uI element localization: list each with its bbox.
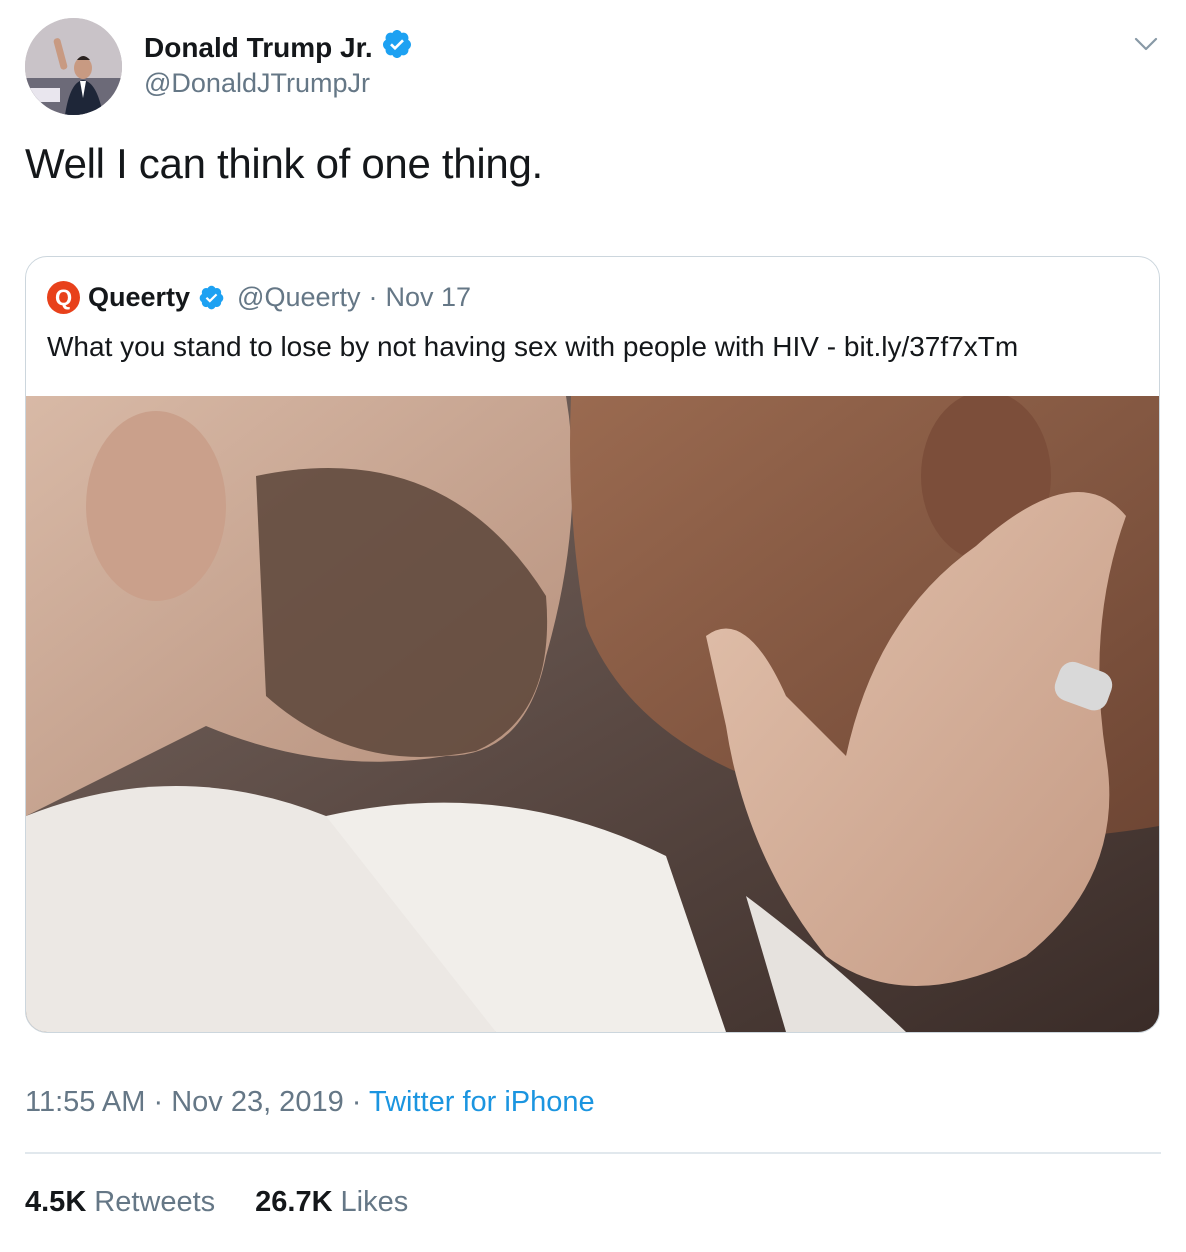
separator-dot: ·	[351, 1086, 362, 1118]
likes-count: 26.7K	[255, 1186, 333, 1218]
author-handle[interactable]: @DonaldJTrumpJr	[144, 68, 370, 99]
retweets-count: 4.5K	[25, 1186, 87, 1218]
author-name-row[interactable]: Donald Trump Jr.	[144, 28, 413, 67]
separator-dot: ·	[153, 1086, 164, 1118]
tweet-time[interactable]: 11:55 AM	[25, 1086, 145, 1118]
queerty-logo-icon: Q	[47, 281, 80, 314]
quoted-tweet-text: What you stand to lose by not having sex…	[47, 331, 1019, 362]
divider	[25, 1152, 1161, 1154]
likes-stat[interactable]: 26.7K Likes	[255, 1186, 408, 1219]
quoted-author-name[interactable]: Queerty	[88, 282, 190, 313]
quoted-tweet-card[interactable]: Q Queerty @Queerty · Nov 17 What you sta…	[25, 256, 1160, 1033]
tweet-text: Well I can think of one thing.	[25, 140, 543, 187]
retweets-label: Retweets	[94, 1186, 216, 1218]
quoted-author-handle[interactable]: @Queerty	[237, 282, 360, 313]
quoted-tweet-date[interactable]: Nov 17	[386, 282, 472, 313]
quoted-tweet-header: Q Queerty @Queerty · Nov 17	[47, 281, 471, 314]
chevron-down-icon[interactable]	[1132, 30, 1160, 58]
tweet-date[interactable]: Nov 23, 2019	[171, 1086, 344, 1118]
retweets-stat[interactable]: 4.5K Retweets	[25, 1186, 215, 1219]
verified-badge-icon	[198, 284, 225, 311]
quoted-tweet-photo[interactable]	[26, 391, 1159, 1032]
author-avatar[interactable]	[25, 18, 122, 115]
tweet-meta: 11:55 AM · Nov 23, 2019 · Twitter for iP…	[25, 1086, 595, 1119]
likes-label: Likes	[340, 1186, 409, 1218]
author-name[interactable]: Donald Trump Jr.	[144, 32, 373, 64]
verified-badge-icon	[381, 28, 413, 67]
separator-dot: ·	[368, 282, 378, 312]
tweet-stats: 4.5K Retweets 26.7K Likes	[25, 1186, 408, 1219]
tweet-source-link[interactable]: Twitter for iPhone	[369, 1086, 595, 1118]
